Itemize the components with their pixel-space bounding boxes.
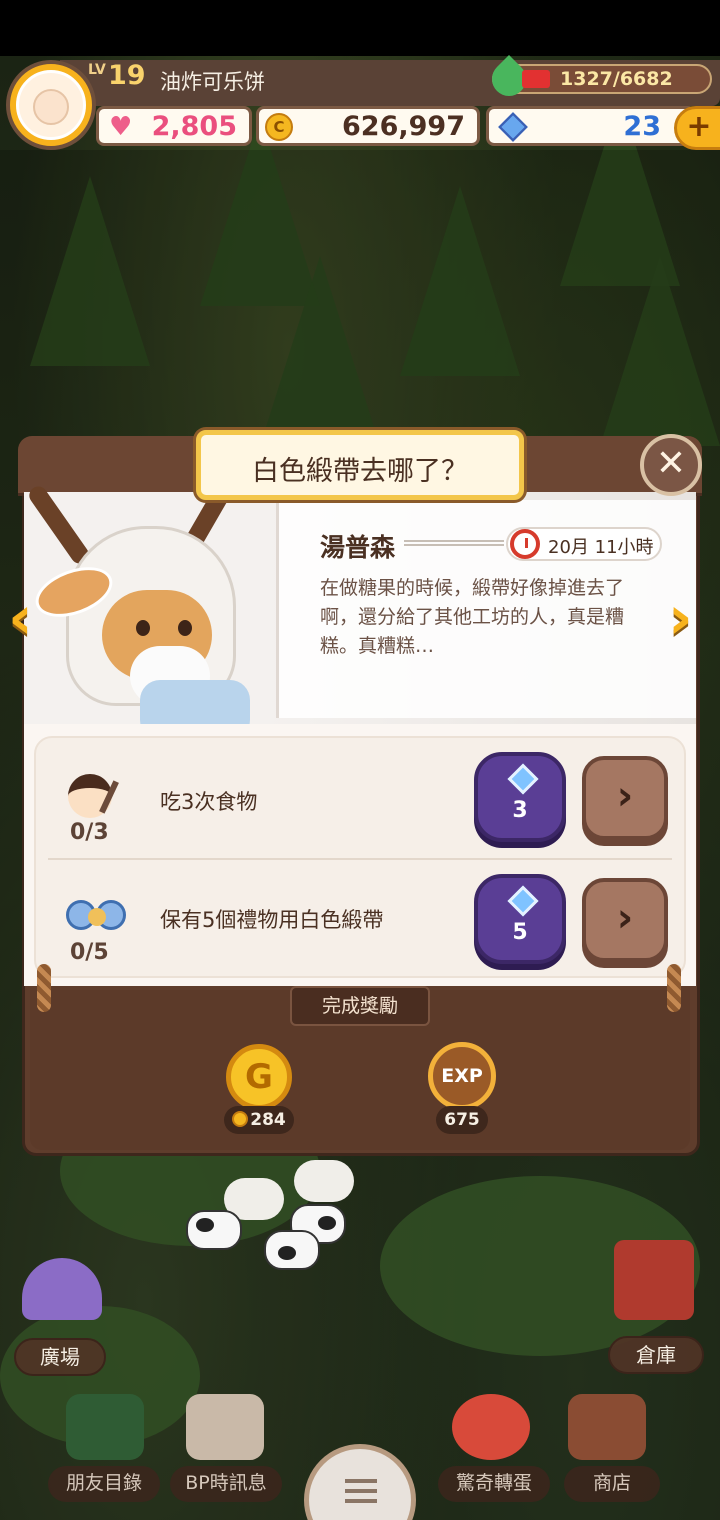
gem-reward-badge: 5 — [474, 874, 566, 964]
exp-reward-value: 675 — [436, 1106, 488, 1134]
gem-icon — [498, 112, 528, 142]
plaza-button[interactable]: 廣場 — [14, 1338, 106, 1376]
divider-flourish — [404, 540, 504, 546]
row-divider — [48, 858, 672, 860]
task-progress: 0/5 — [70, 940, 109, 965]
cow — [186, 1210, 242, 1250]
task-text: 吃3次食物 — [160, 790, 258, 814]
gem-icon — [507, 763, 539, 795]
task-progress: 0/3 — [70, 820, 109, 845]
dialogue-text: 在做糖果的時候，緞帶好像掉進去了啊，還分給了其他工坊的人，真是糟糕。真糟糕… — [320, 577, 625, 657]
completion-reward-label: 完成獎勵 — [290, 986, 430, 1026]
player-name: 油炸可乐饼 — [160, 70, 265, 94]
reward-amount: 5 — [512, 920, 528, 945]
task-row: 0/3 吃3次食物 3 › — [0, 740, 672, 860]
deer-character-portrait — [25, 470, 260, 740]
go-to-task-button[interactable]: › — [582, 756, 668, 840]
reward-amount: 3 — [512, 798, 528, 823]
coin-reward-value: 284 — [250, 1110, 286, 1130]
rope-decoration — [667, 964, 681, 1012]
rope-decoration — [37, 964, 51, 1012]
coin-icon: C — [265, 113, 293, 141]
hamburger-icon — [345, 1479, 377, 1483]
speaker-name: 湯普森 — [320, 533, 396, 562]
gold-coin-icon: G — [226, 1044, 292, 1110]
gacha-machine-icon[interactable] — [452, 1394, 530, 1460]
warehouse-icon[interactable] — [614, 1240, 694, 1320]
quest-title: 白色緞帶去哪了？ — [252, 456, 468, 487]
add-gems-button[interactable]: + — [674, 106, 720, 150]
player-level: 19 — [108, 60, 146, 91]
nav-news[interactable]: BP時訊息 — [170, 1466, 282, 1502]
go-to-task-button[interactable]: › — [582, 878, 668, 962]
heart-icon: ♥ — [109, 112, 133, 142]
coin-value: 626,997 — [342, 111, 465, 142]
status-bar — [0, 0, 720, 56]
cow — [264, 1230, 320, 1270]
quest-title-plate: 白色緞帶去哪了？ — [196, 430, 524, 500]
level-prefix: LV — [88, 62, 106, 78]
heart-value: 2,805 — [151, 111, 237, 142]
next-quest-arrow[interactable]: › — [668, 588, 708, 648]
friends-book-icon[interactable] — [66, 1394, 144, 1460]
heart-counter[interactable]: ♥ 2,805 — [96, 106, 252, 146]
avatar-frame[interactable] — [6, 60, 96, 150]
nav-friends[interactable]: 朋友目錄 — [48, 1466, 160, 1502]
coin-icon — [232, 1111, 249, 1127]
nav-shop[interactable]: 商店 — [564, 1466, 660, 1502]
avatar-face-icon — [33, 89, 69, 125]
gem-reward-badge: 3 — [474, 752, 566, 842]
coin-reward-pill: 284 — [224, 1106, 294, 1134]
timer-text: 20月 11小時 — [548, 537, 654, 558]
nav-gacha[interactable]: 驚奇轉蛋 — [438, 1466, 550, 1502]
news-board-icon[interactable] — [186, 1394, 264, 1460]
top-bar: LV 19 油炸可乐饼 1327/6682 ♥ 2,805 C 626,997 … — [0, 54, 720, 156]
exp-icon: EXP — [428, 1042, 496, 1110]
task-text: 保有5個禮物用白色緞帶 — [160, 908, 384, 932]
energy-fill — [522, 70, 550, 88]
task-row: 0/5 保有5個禮物用白色緞帶 5 › — [0, 862, 672, 982]
warehouse-button[interactable]: 倉庫 — [608, 1336, 704, 1374]
alarm-clock-icon — [510, 529, 540, 559]
coin-counter[interactable]: C 626,997 — [256, 106, 480, 146]
avatar[interactable] — [16, 70, 86, 140]
quest-timer: 20月 11小時 — [506, 527, 662, 561]
gem-value: 23 — [623, 111, 661, 142]
prev-quest-arrow[interactable]: ‹ — [8, 588, 48, 648]
energy-meter[interactable]: 1327/6682 — [484, 54, 712, 104]
close-button[interactable]: ✕ — [640, 434, 702, 496]
gem-counter[interactable]: 23 — [486, 106, 696, 146]
energy-value: 1327/6682 — [560, 68, 673, 90]
gem-icon — [507, 885, 539, 917]
shop-icon[interactable] — [568, 1394, 646, 1460]
sheep — [294, 1160, 354, 1202]
